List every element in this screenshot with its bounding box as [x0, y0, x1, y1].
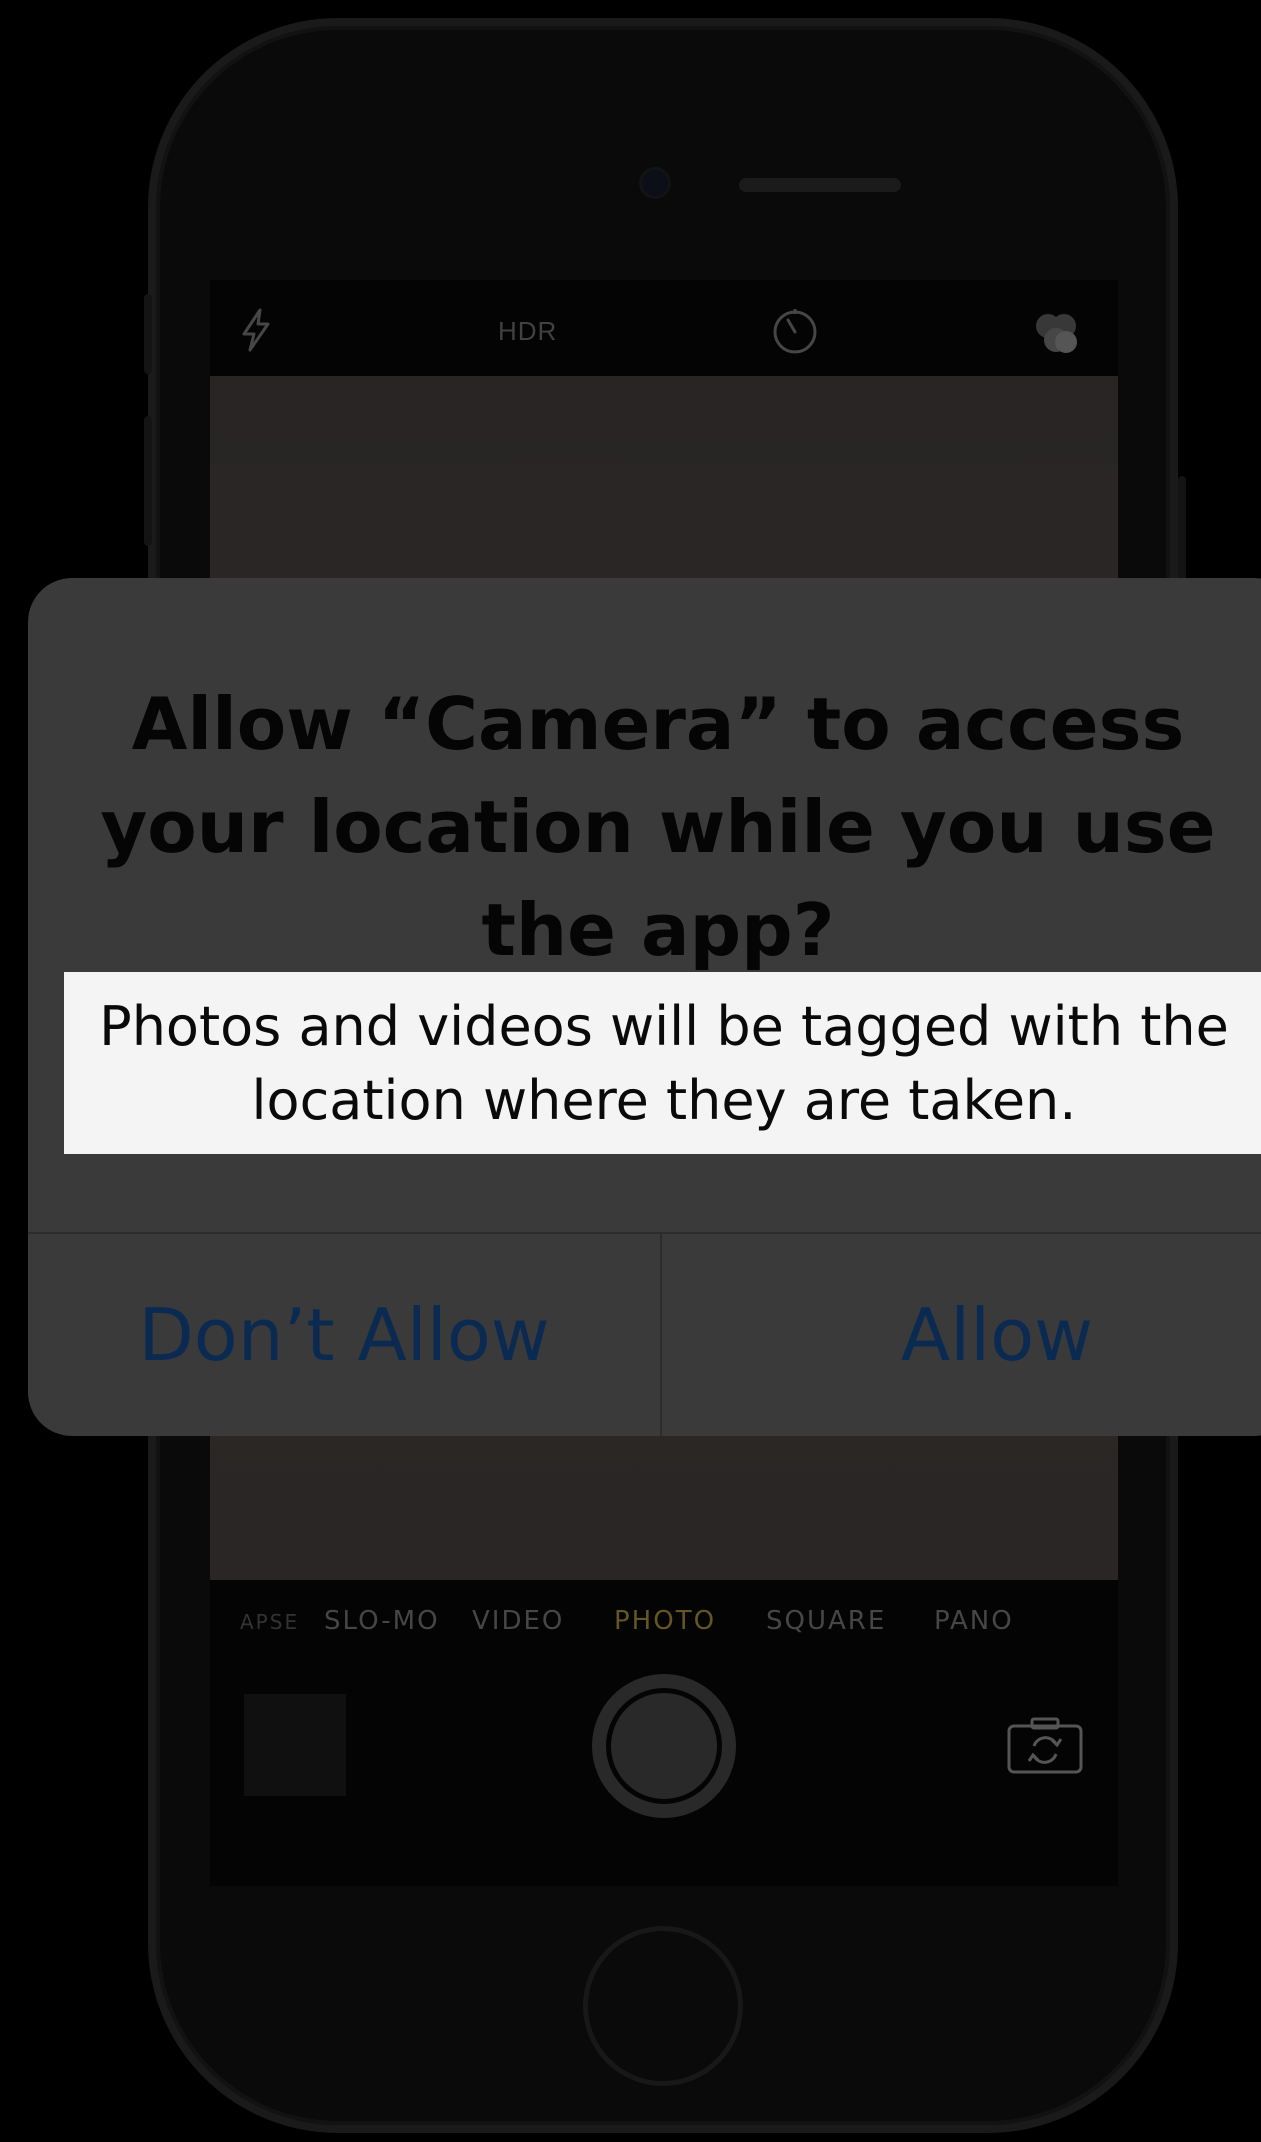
- alert-title: Allow “Camera” to access your location w…: [100, 682, 1216, 972]
- allow-button[interactable]: Allow: [662, 1234, 1261, 1436]
- dont-allow-button[interactable]: Don’t Allow: [28, 1234, 660, 1436]
- location-permission-alert: Allow “Camera” to access your location w…: [28, 578, 1261, 1436]
- alert-message: Photos and videos will be tagged with th…: [64, 972, 1261, 1154]
